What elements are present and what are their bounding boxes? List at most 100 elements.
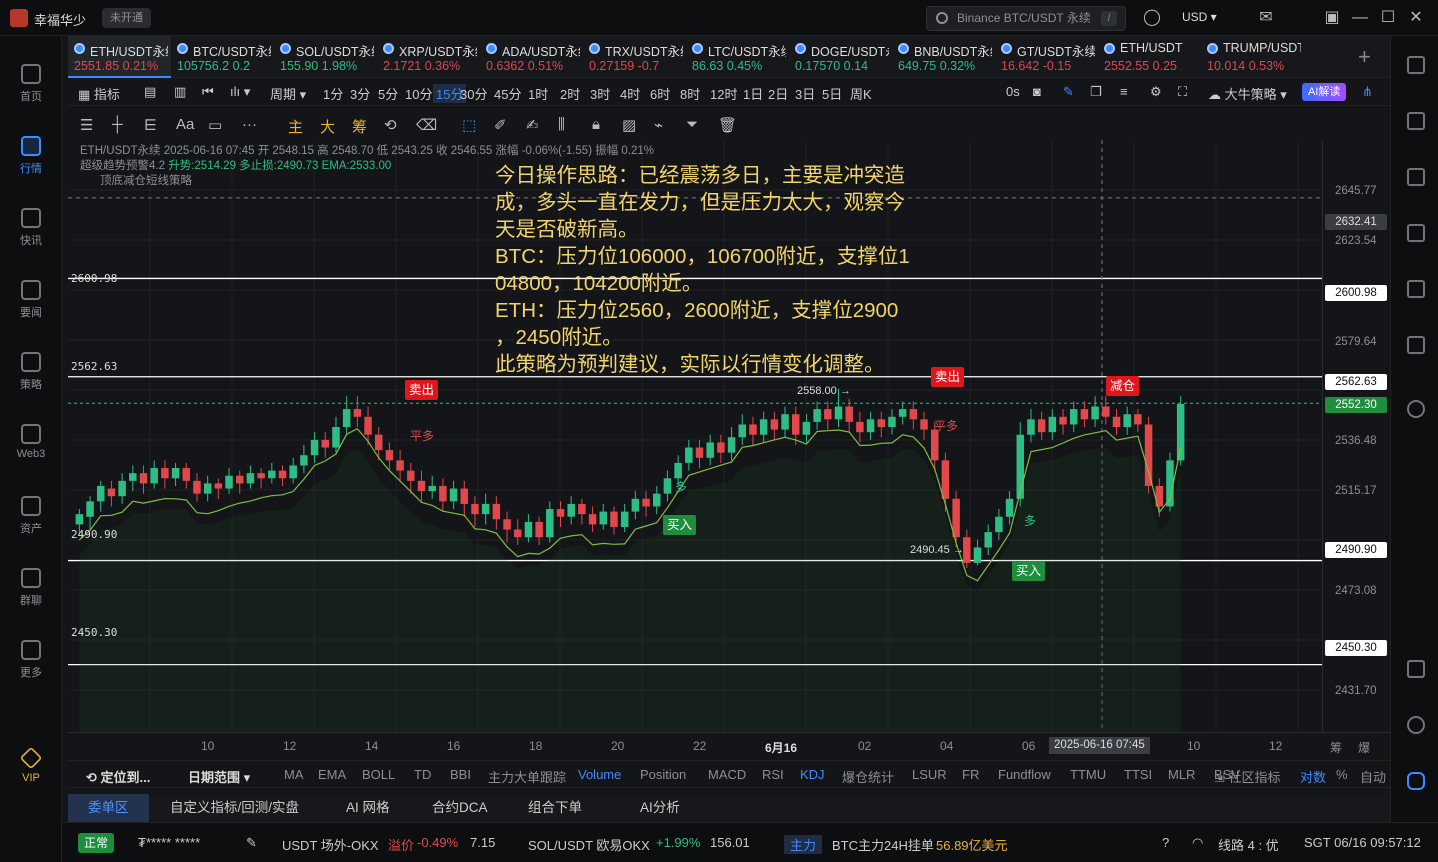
compass-icon[interactable] — [1407, 400, 1425, 418]
card-icon[interactable] — [1407, 336, 1425, 354]
indicator-MACD[interactable]: MACD — [708, 767, 746, 782]
indicator-Position[interactable]: Position — [640, 767, 686, 782]
add-ticker-icon[interactable]: + — [1358, 44, 1371, 70]
close-icon[interactable]: ✕ — [1406, 8, 1426, 28]
text-tool-icon[interactable]: Aa — [176, 116, 194, 133]
percent-scale-toggle[interactable]: % — [1336, 767, 1348, 782]
fib-icon[interactable]: ⋿ — [144, 116, 157, 134]
timeframe-4时[interactable]: 4时 — [620, 84, 640, 103]
indicator-KDJ[interactable]: KDJ — [800, 767, 825, 782]
ruler-icon[interactable]: ▭ — [208, 116, 222, 134]
ticker-tab[interactable]: SOL/USDT永续155.90 1.98% — [274, 36, 377, 78]
tool-big[interactable]: 大 — [320, 116, 335, 137]
layout-split-icon[interactable]: ▥ — [174, 84, 186, 100]
timeframe-1日[interactable]: 1日 — [743, 84, 763, 103]
brush-icon[interactable]: ✐ — [494, 116, 507, 134]
tool-chips[interactable]: 筹 — [352, 116, 367, 137]
nav-item-0[interactable]: 首页 — [0, 64, 62, 104]
timeframe-8时[interactable]: 8时 — [680, 84, 700, 103]
ticker-tab[interactable]: ADA/USDT永续0.6362 0.51% — [480, 36, 583, 78]
timeframe-3日[interactable]: 3日 — [795, 84, 815, 103]
indicator-TD[interactable]: TD — [414, 767, 431, 782]
price-axis[interactable]: 2645.77 2623.54 2600.98 2579.64 2562.63 2552.… — [1322, 140, 1390, 732]
headset-icon[interactable] — [1407, 716, 1425, 734]
magnet-icon[interactable]: ⌁ — [654, 116, 663, 134]
locate-button[interactable]: ⟲ 定位到... — [86, 767, 150, 786]
timeframe-12时[interactable]: 12时 — [710, 84, 737, 103]
bottom-tab-5[interactable]: AI分析 — [620, 794, 700, 822]
trash-icon[interactable]: 🗑︎ — [718, 116, 737, 134]
orderbook-icon[interactable] — [1407, 112, 1425, 130]
bottom-tab-3[interactable]: 合约DCA — [412, 794, 508, 822]
indicator-MLR[interactable]: MLR — [1168, 767, 1195, 782]
ticker-tab[interactable]: BTC/USDT永续105756.2 0.2 — [171, 36, 274, 78]
note-icon[interactable]: ▨ — [622, 116, 636, 134]
nav-item-7[interactable]: 群聊 — [0, 568, 62, 608]
share-icon[interactable]: ⋔ — [1362, 84, 1373, 100]
timeframe-3分[interactable]: 3分 — [350, 84, 370, 103]
cross-icon[interactable]: 筹 — [1330, 739, 1342, 756]
indicator-TTSI[interactable]: TTSI — [1124, 767, 1152, 782]
ticker-tab[interactable]: BNB/USDT永续649.75 0.32% — [892, 36, 995, 78]
ai-interpret-button[interactable]: AI解读 — [1302, 83, 1347, 101]
nav-item-9[interactable]: VIP — [0, 746, 62, 784]
ticker-tab[interactable]: GT/USDT永续 16.642 -0.15 — [995, 36, 1098, 78]
chart-type-icon[interactable]: ılı ▾ — [230, 84, 250, 100]
indicator-TTMU[interactable]: TTMU — [1070, 767, 1106, 782]
bottom-tab-1[interactable]: 自定义指标/回测/实盘 — [150, 794, 319, 822]
indicator-MA[interactable]: MA — [284, 767, 304, 782]
time-axis[interactable]: 2025-06-16 07:45 筹 爆 10 12 14 16 18 20 22 6月16 0… — [68, 732, 1390, 758]
account-status-badge[interactable]: 未开通 — [102, 8, 151, 28]
timeframe-10分[interactable]: 10分 — [405, 84, 432, 103]
timeframe-1时[interactable]: 1时 — [528, 84, 548, 103]
copy-icon[interactable]: ❐ — [1090, 84, 1102, 100]
hline-icon[interactable]: ┼ — [112, 116, 123, 133]
indicator-Fundflow[interactable]: Fundflow — [998, 767, 1051, 782]
tool-main[interactable]: 主 — [288, 116, 303, 137]
monitor-icon[interactable] — [1407, 280, 1425, 298]
panel-icon[interactable] — [1407, 660, 1425, 678]
nav-item-5[interactable]: Web3 — [0, 424, 62, 460]
ticker-tab[interactable]: TRUMP/USDT 10.014 0.53% — [1201, 36, 1304, 78]
layout-icon[interactable]: ▣ — [1322, 8, 1342, 28]
period-dropdown[interactable]: 周期 ▾ — [270, 84, 306, 103]
replay-icon[interactable]: ⏮ — [202, 84, 214, 100]
assistant-bot-icon[interactable] — [1407, 772, 1425, 790]
timeframe-2时[interactable]: 2时 — [560, 84, 580, 103]
timeframe-45分[interactable]: 45分 — [494, 84, 521, 103]
timeframe-2日[interactable]: 2日 — [768, 84, 788, 103]
refresh-icon[interactable]: ⟲ — [384, 116, 397, 134]
search-input[interactable]: Binance BTC/USDT 永续 / — [926, 6, 1126, 31]
trade-icon[interactable] — [1407, 168, 1425, 186]
ticker-tab[interactable]: XRP/USDT永续2.1721 0.36% — [377, 36, 480, 78]
bottom-tab-2[interactable]: AI 网格 — [326, 794, 410, 822]
minimize-icon[interactable]: — — [1350, 8, 1370, 28]
lock-icon[interactable]: 🔒︎ — [592, 116, 600, 133]
ticker-tab[interactable]: LTC/USDT永续 86.63 0.45% — [686, 36, 789, 78]
indicator-LSUR[interactable]: LSUR — [912, 767, 947, 782]
ticker-tab[interactable]: ETH/USDT 2552.55 0.25 — [1098, 36, 1201, 78]
bottom-tab-0[interactable]: 委单区 — [68, 794, 149, 822]
indicator-EMA[interactable]: EMA — [318, 767, 346, 782]
watchlist-icon[interactable] — [1407, 56, 1425, 74]
ticker-tab[interactable]: ETH/USDT永续2551.85 0.21% — [68, 36, 171, 78]
filter-icon[interactable]: ⏷ — [686, 116, 698, 133]
currency-select[interactable]: USD ▾ — [1182, 10, 1217, 24]
calendar-icon[interactable]: ▤ — [144, 84, 156, 100]
explode-icon[interactable]: 爆 — [1358, 739, 1370, 756]
date-range-dropdown[interactable]: 日期范围 ▾ — [188, 767, 250, 786]
bell-icon[interactable]: ◯ — [1142, 8, 1162, 28]
timeframe-6时[interactable]: 6时 — [650, 84, 670, 103]
highlighter-icon[interactable]: ✍ — [526, 116, 539, 134]
indicator-爆仓统计[interactable]: 爆仓统计 — [842, 767, 894, 786]
candle-tool-icon[interactable]: ⫼ — [558, 116, 565, 133]
timeframe-1分[interactable]: 1分 — [323, 84, 343, 103]
list-icon[interactable]: ≡ — [1120, 84, 1128, 99]
indicator-BBI[interactable]: BBI — [450, 767, 471, 782]
indicator-FR[interactable]: FR — [962, 767, 979, 782]
cursor-select-icon[interactable]: ⬚ — [462, 116, 476, 134]
nav-item-3[interactable]: 要闻 — [0, 280, 62, 320]
bottom-tab-4[interactable]: 组合下单 — [508, 794, 602, 822]
indicators-button[interactable]: ▦ 指标 — [78, 84, 120, 103]
depth-icon[interactable] — [1407, 224, 1425, 242]
